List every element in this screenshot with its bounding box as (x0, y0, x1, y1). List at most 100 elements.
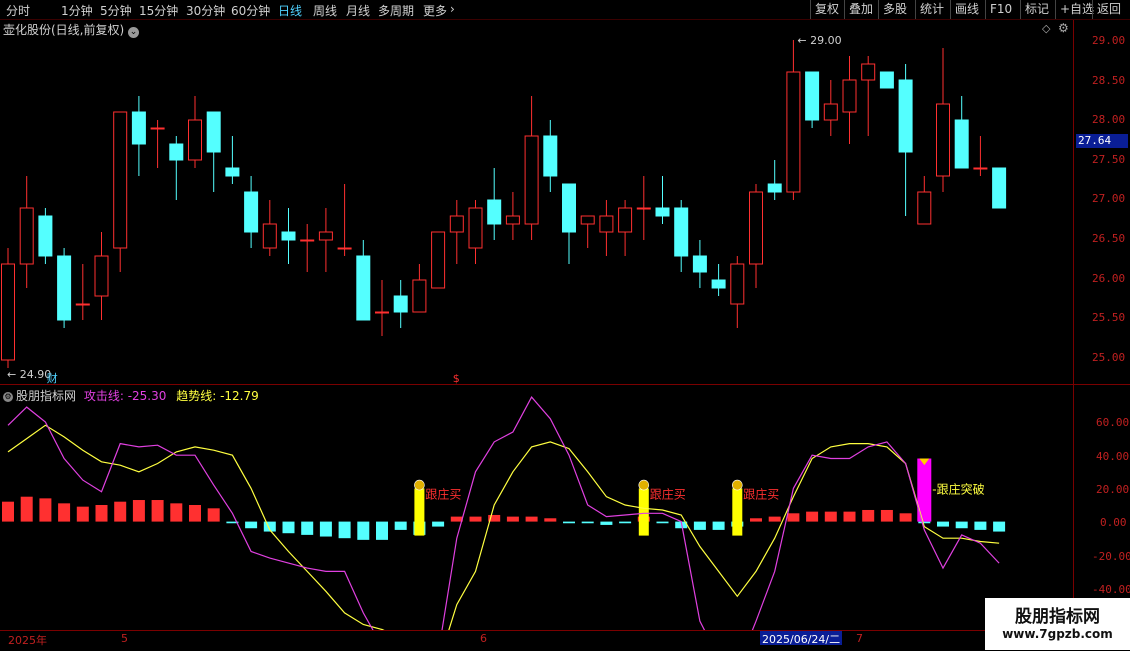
candle-body (244, 191, 259, 233)
axis-divider (1073, 20, 1074, 630)
period-tab-more[interactable]: 更多 (423, 2, 447, 19)
histogram-bar (918, 521, 931, 524)
histogram-bar (301, 521, 314, 535)
price-tick: 26.50 (1092, 232, 1126, 245)
period-tab-multi[interactable]: 多周期 (378, 2, 414, 19)
histogram-bar (693, 521, 706, 530)
candle-body (431, 231, 446, 289)
histogram-bar (712, 521, 725, 530)
histogram-bar (432, 521, 445, 527)
histogram-bar (282, 521, 295, 534)
histogram-bar (955, 521, 968, 529)
candle-body (505, 215, 520, 225)
period-tab-1min[interactable]: 1分钟 (61, 2, 93, 19)
candle-body (449, 215, 464, 233)
buy-signal-label: 跟庄买 (650, 486, 686, 501)
histogram-bar (319, 521, 332, 537)
price-tick: 29.00 (1092, 34, 1126, 47)
period-tab-5min[interactable]: 5分钟 (100, 2, 132, 19)
watermark-title: 股朋指标网 (1015, 607, 1100, 627)
candle-body (823, 103, 838, 121)
candle-body (599, 215, 614, 233)
candle-body (879, 71, 894, 89)
histogram-bar (20, 496, 33, 522)
histogram-bar (245, 521, 258, 529)
period-tab-fenshi[interactable]: 分时 (6, 2, 30, 19)
candle-body (57, 255, 72, 321)
candle-body (487, 199, 502, 225)
breakout-signal-label: -跟庄突破 (932, 481, 984, 496)
ind-tick: 40.00 (1096, 450, 1130, 463)
candle-body (1, 263, 15, 361)
histogram-bar (376, 521, 388, 540)
histogram-bar (544, 518, 557, 522)
price-tick: 26.00 (1092, 272, 1126, 285)
ind-tick: -20.00 (1092, 550, 1130, 563)
stats-button[interactable]: 统计 (915, 0, 948, 19)
candle-body (262, 223, 277, 249)
candle-body (861, 63, 876, 81)
period-tab-weekly[interactable]: 周线 (313, 2, 337, 19)
candle-body (767, 183, 782, 193)
histogram-bar (581, 521, 594, 524)
candle-body (393, 295, 408, 313)
histogram-bar (469, 516, 482, 522)
candle-body (300, 239, 315, 242)
draw-line-button[interactable]: 画线 (950, 0, 983, 19)
candle-body (75, 303, 90, 306)
histogram-bar (338, 521, 351, 539)
mark-button[interactable]: 标记 (1020, 0, 1053, 19)
histogram-bar (506, 516, 519, 522)
date-axis: 2025年 5 6 2025/06/24/二 7 (0, 630, 1130, 651)
candle-body (618, 207, 633, 233)
candle-body (188, 119, 202, 161)
candle-body (19, 207, 34, 265)
date-label-june: 6 (480, 632, 487, 645)
period-tab-monthly[interactable]: 月线 (346, 2, 370, 19)
period-tab-60min[interactable]: 60分钟 (231, 2, 270, 19)
overlay-button[interactable]: 叠加 (844, 0, 877, 19)
histogram-bar (132, 500, 145, 522)
candle-body (562, 183, 576, 233)
candle-body (113, 111, 128, 249)
f10-button[interactable]: F10 (985, 0, 1016, 19)
multi-stock-button[interactable]: 多股 (878, 0, 911, 19)
candle-body (468, 207, 483, 249)
histogram-bar (600, 521, 613, 525)
candle-body (131, 111, 146, 145)
price-tick: 28.50 (1092, 74, 1126, 87)
histogram-bar (937, 521, 949, 527)
period-tab-15min[interactable]: 15分钟 (139, 2, 178, 19)
watermark-url: www.7gpzb.com (1002, 627, 1113, 641)
histogram-bar (58, 503, 71, 522)
fuquan-button[interactable]: 复权 (810, 0, 843, 19)
candle-body (805, 71, 820, 121)
indicator-chart[interactable]: 跟庄买 跟庄买 跟庄买 -跟庄突破 (0, 385, 1073, 630)
date-highlight: 2025/06/24/二 (760, 631, 843, 646)
candlestick-chart[interactable]: ← 29.00 ← 24.90财 $ (0, 20, 1073, 384)
period-tab-30min[interactable]: 30分钟 (186, 2, 225, 19)
buy-signal-bar (732, 488, 743, 536)
histogram-bar (843, 511, 856, 522)
buy-signal-bar (638, 488, 649, 536)
buy-signal-bar (414, 488, 425, 536)
candle-body (412, 279, 427, 313)
histogram-bar (151, 500, 164, 522)
candle-body (842, 79, 857, 113)
candle-body (692, 255, 707, 273)
histogram-bar (189, 505, 201, 522)
histogram-bar (656, 521, 669, 524)
candle-body (674, 207, 689, 257)
buy-signal-label: 跟庄买 (743, 486, 779, 501)
period-tab-daily[interactable]: 日线 (278, 2, 302, 19)
candle-body (169, 143, 184, 161)
chevron-right-icon[interactable]: › (450, 2, 455, 16)
back-button[interactable]: 返回 (1092, 0, 1125, 19)
histogram-bar (563, 521, 575, 524)
histogram-bar (95, 505, 108, 522)
buy-signal-label: 跟庄买 (425, 486, 461, 501)
histogram-bar (899, 513, 912, 522)
candle-body (94, 255, 109, 297)
candle-body (543, 135, 558, 177)
price-tick: 25.00 (1092, 351, 1126, 364)
